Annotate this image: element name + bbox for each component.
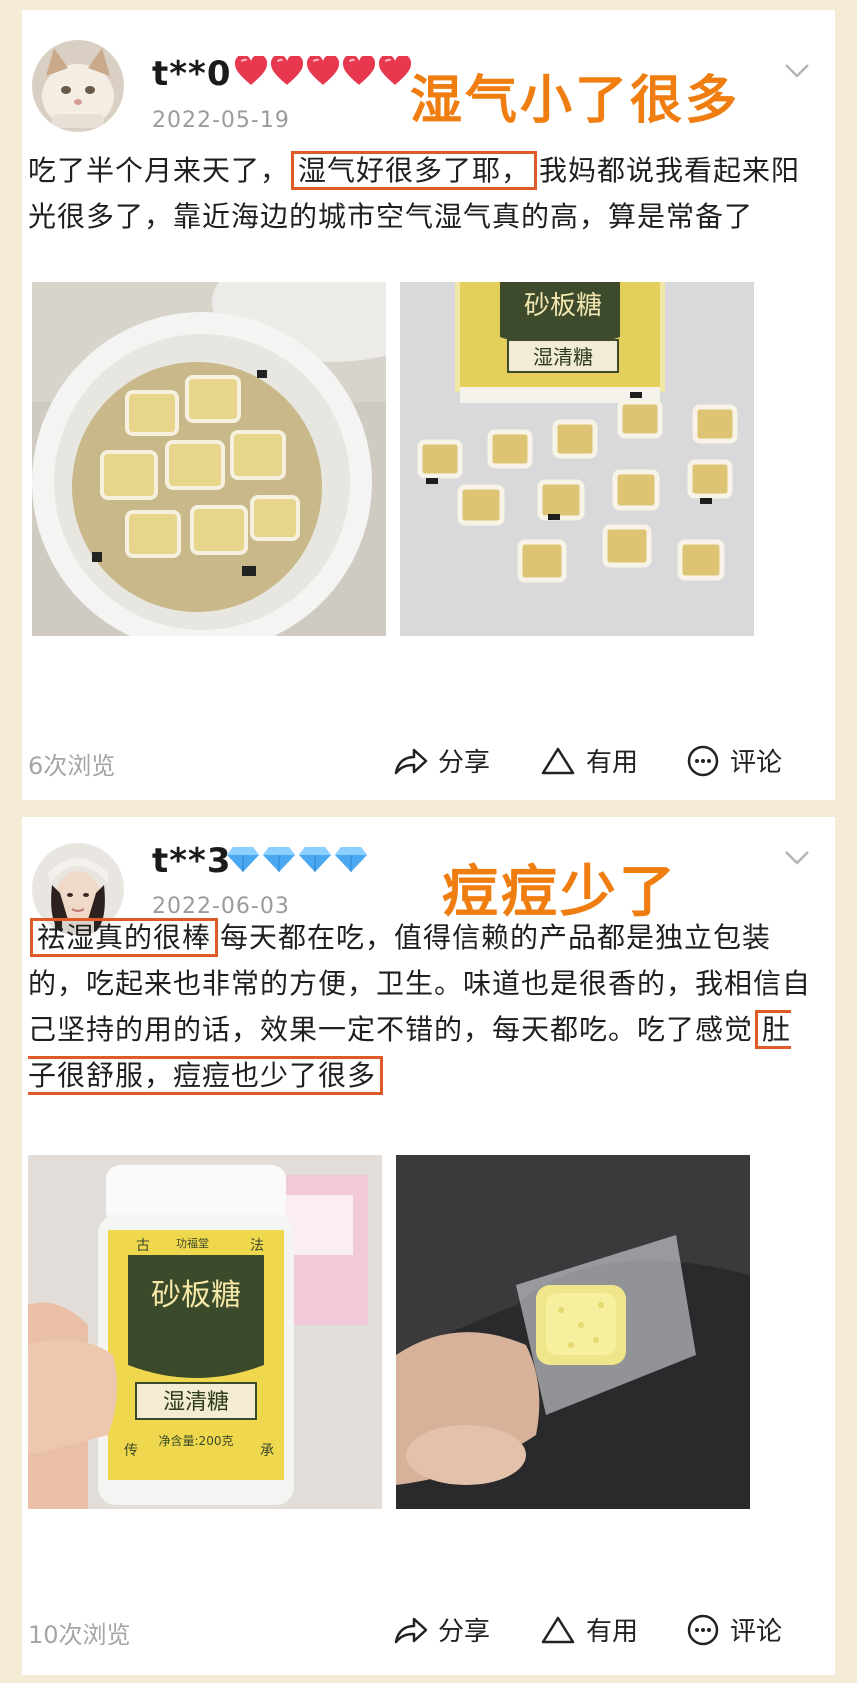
useful-button[interactable]: 有用 [540,742,638,779]
heart-icon [235,56,267,85]
highlight-box: 湿气好很多了耶， [291,151,538,190]
diamond-icon [299,847,331,872]
package-subtitle: 湿清糖 [533,345,593,369]
comment-button[interactable]: 评论 [686,742,782,779]
heart-icon [379,56,411,85]
package-subtitle: 湿清糖 [163,1390,229,1415]
chevron-down-icon[interactable] [784,62,810,80]
share-button[interactable]: 分享 [394,742,490,779]
useful-label: 有用 [586,748,639,778]
diamond-icon [335,847,367,872]
post-footer: 6次浏览 分享 有用 评论 [22,738,835,788]
comment-label: 评论 [730,1617,783,1647]
avatar[interactable] [32,40,124,132]
level-badges [226,845,368,873]
review-photo[interactable] [32,282,386,636]
heart-icon [307,56,339,85]
package-brand: 功福堂 [176,1236,209,1250]
comment-label: 评论 [730,748,783,778]
share-button[interactable]: 分享 [394,1611,490,1648]
share-label: 分享 [438,748,491,778]
share-icon [394,748,428,774]
username[interactable]: t**0 [152,54,231,94]
review-photo[interactable] [396,1155,750,1509]
review-photo[interactable]: 砂板糖 古 法 功福堂 湿清糖 净含量:200克 传 承 [28,1155,382,1509]
review-card-1: t**0 2022-05-19 湿气小了很多 吃了半个月来天了， 湿气好很多了耶，… [22,10,835,800]
review-text: 吃了半个月来天了， 湿气好很多了耶， 我妈都说我看起来阳光很多了，靠近海边的城市空气… [28,148,818,240]
text-before: 吃了半个月来天了， [28,154,290,187]
diamond-icon [227,847,259,872]
comment-button[interactable]: 评论 [686,1611,782,1648]
review-text: 祛湿真的很棒 每天都在吃，值得信赖的产品都是独立包装的，吃起来也非常的方便，卫生。… [28,915,818,1099]
heart-icon [343,56,375,85]
package-side-right: 法 [250,1238,264,1254]
diamond-icon [263,847,295,872]
package-name: 砂板糖 [524,291,602,321]
useful-button[interactable]: 有用 [540,1611,638,1648]
post-date: 2022-05-19 [152,108,290,133]
level-badges [234,56,412,86]
package-side-left: 古 [136,1238,150,1254]
heart-icon [271,56,303,85]
review-card-2: t**3 2022-06-03 痘痘少了 祛湿真的很棒 每天都在吃，值得信赖的产品… [22,817,835,1675]
view-count: 10次浏览 [28,1621,131,1649]
share-icon [394,1617,428,1643]
share-label: 分享 [438,1617,491,1647]
view-count: 6次浏览 [28,752,116,780]
package-bottom-left: 传 [124,1443,138,1459]
triangle-icon [541,1616,575,1643]
chevron-down-icon[interactable] [784,849,810,867]
package-net: 净含量:200克 [159,1433,234,1448]
comment-icon [687,1614,719,1645]
comment-icon [687,745,719,776]
username[interactable]: t**3 [152,841,231,881]
highlight-box: 祛湿真的很棒 [30,918,219,957]
review-photo[interactable]: 湿清糖 砂板糖 [400,282,754,636]
triangle-icon [541,747,575,774]
post-footer: 10次浏览 分享 有用 评论 [22,1607,835,1657]
package-name: 砂板糖 [151,1278,241,1313]
package-bottom-right: 承 [260,1443,274,1459]
headline-annotation: 湿气小了很多 [410,71,741,131]
useful-label: 有用 [586,1617,639,1647]
